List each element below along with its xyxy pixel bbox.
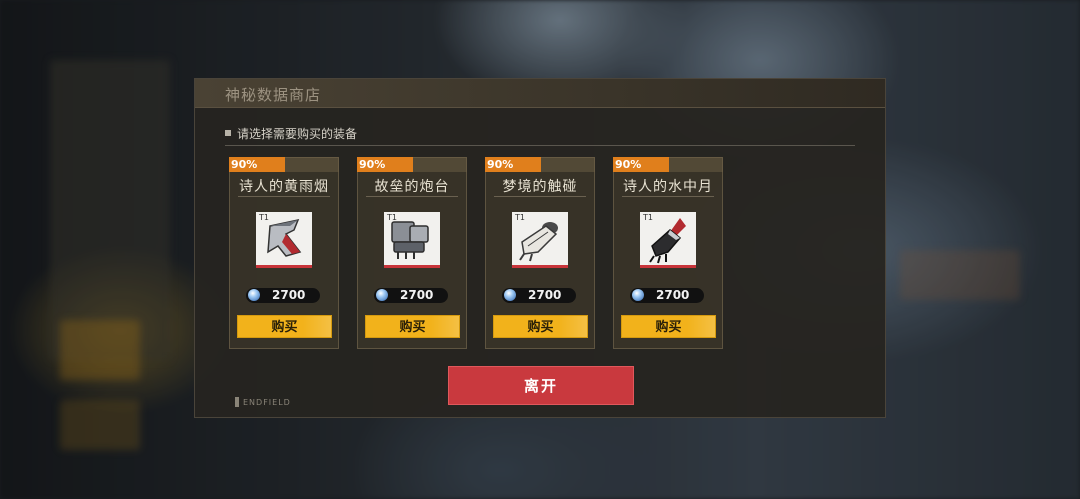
item-name: 梦境的触碰 [502,179,578,195]
instruction-text: 请选择需要购买的装备 [237,127,358,141]
price-display: 2700 [630,288,704,303]
dialog-header: 神秘数据商店 [195,79,885,108]
shop-item-card[interactable]: 90% 梦境的触碰 T1 2700 购买 [485,157,595,349]
crystal-currency-icon [376,289,388,301]
tier-label: T1 [259,213,269,222]
price-value: 2700 [400,288,434,302]
buy-button[interactable]: 购买 [621,315,716,338]
price-value: 2700 [528,288,562,302]
discount-banner-tail [541,157,595,172]
logo-text: ENDFIELD [243,397,291,407]
shop-item-card[interactable]: 90% 故垒的炮台 T1 2700 购买 [357,157,467,349]
divider [366,196,458,197]
shop-item-card[interactable]: 90% 诗人的水中月 T1 2700 购买 [613,157,723,349]
discount-badge: 90% [613,157,669,172]
tier-label: T1 [643,213,653,222]
dialog-title: 神秘数据商店 [225,86,322,104]
buy-button[interactable]: 购买 [493,315,588,338]
mystery-data-shop-dialog: 神秘数据商店 请选择需要购买的装备 90% 诗人的黄雨烟 T1 2700 购买 … [194,78,886,418]
discount-badge: 90% [485,157,541,172]
price-value: 2700 [272,288,306,302]
price-display: 2700 [374,288,448,303]
crystal-currency-icon [504,289,516,301]
discount-banner-tail [285,157,339,172]
discount-badge: 90% [229,157,285,172]
item-name: 诗人的黄雨烟 [239,179,329,195]
bullet-square-icon [225,130,231,136]
claw-gauntlet-icon[interactable]: T1 [640,212,696,268]
blade-arm-icon[interactable]: T1 [256,212,312,268]
divider [225,145,855,146]
item-name: 诗人的水中月 [623,179,713,195]
gauntlet-icon[interactable]: T1 [384,212,440,268]
tier-label: T1 [387,213,397,222]
buy-button[interactable]: 购买 [365,315,460,338]
discount-badge: 90% [357,157,413,172]
item-name: 故垒的炮台 [374,179,450,195]
price-display: 2700 [502,288,576,303]
game-logo: ENDFIELD [235,396,291,408]
bone-gauntlet-icon[interactable]: T1 [512,212,568,268]
crystal-currency-icon [248,289,260,301]
divider [238,196,330,197]
price-value: 2700 [656,288,690,302]
tier-label: T1 [515,213,525,222]
divider [494,196,586,197]
shop-item-card[interactable]: 90% 诗人的黄雨烟 T1 2700 购买 [229,157,339,349]
divider [622,196,714,197]
price-display: 2700 [246,288,320,303]
discount-banner-tail [669,157,723,172]
discount-banner-tail [413,157,467,172]
logo-mark-icon [235,397,239,407]
crystal-currency-icon [632,289,644,301]
buy-button[interactable]: 购买 [237,315,332,338]
leave-button[interactable]: 离开 [448,366,634,405]
